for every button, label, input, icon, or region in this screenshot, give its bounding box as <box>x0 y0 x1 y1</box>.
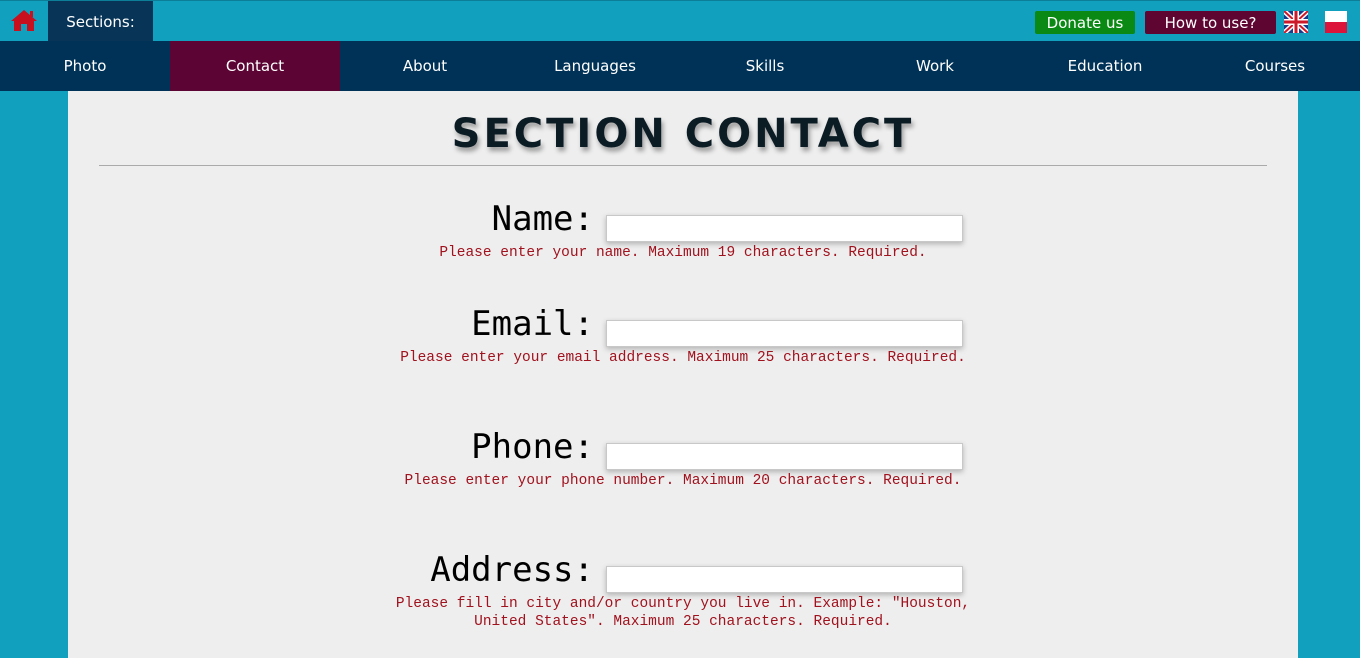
address-field[interactable] <box>606 566 963 593</box>
donate-button[interactable]: Donate us <box>1035 11 1135 34</box>
nav-item-courses[interactable]: Courses <box>1190 41 1360 91</box>
address-label: Address: <box>430 550 594 590</box>
phone-label: Phone: <box>471 427 594 467</box>
home-icon <box>10 8 38 36</box>
title-divider <box>99 165 1267 166</box>
contact-form-card: SECTION CONTACT Name: Please enter your … <box>68 91 1298 658</box>
nav-item-contact[interactable]: Contact <box>170 41 340 91</box>
nav-item-work[interactable]: Work <box>850 41 1020 91</box>
page-title: SECTION CONTACT <box>451 111 915 157</box>
name-hint: Please enter your name. Maximum 19 chara… <box>439 245 927 261</box>
poland-flag-icon[interactable] <box>1325 11 1347 33</box>
phone-hint: Please enter your phone number. Maximum … <box>404 473 962 489</box>
email-field[interactable] <box>606 320 963 347</box>
sections-label: Sections: <box>48 1 153 42</box>
email-label: Email: <box>471 304 594 344</box>
home-button[interactable] <box>0 1 48 42</box>
address-hint: Please fill in city and/or country you l… <box>395 596 971 630</box>
section-nav: Photo Contact About Languages Skills Wor… <box>0 41 1360 91</box>
nav-item-about[interactable]: About <box>340 41 510 91</box>
nav-item-skills[interactable]: Skills <box>680 41 850 91</box>
how-to-use-button[interactable]: How to use? <box>1145 11 1276 34</box>
nav-item-photo[interactable]: Photo <box>0 41 170 91</box>
name-label: Name: <box>491 199 594 239</box>
top-bar: Sections: Donate us How to use? <box>0 0 1360 42</box>
nav-item-languages[interactable]: Languages <box>510 41 680 91</box>
name-field[interactable] <box>606 215 963 242</box>
phone-field[interactable] <box>606 443 963 470</box>
email-hint: Please enter your email address. Maximum… <box>400 350 966 366</box>
nav-item-education[interactable]: Education <box>1020 41 1190 91</box>
uk-flag-icon[interactable] <box>1282 9 1310 35</box>
